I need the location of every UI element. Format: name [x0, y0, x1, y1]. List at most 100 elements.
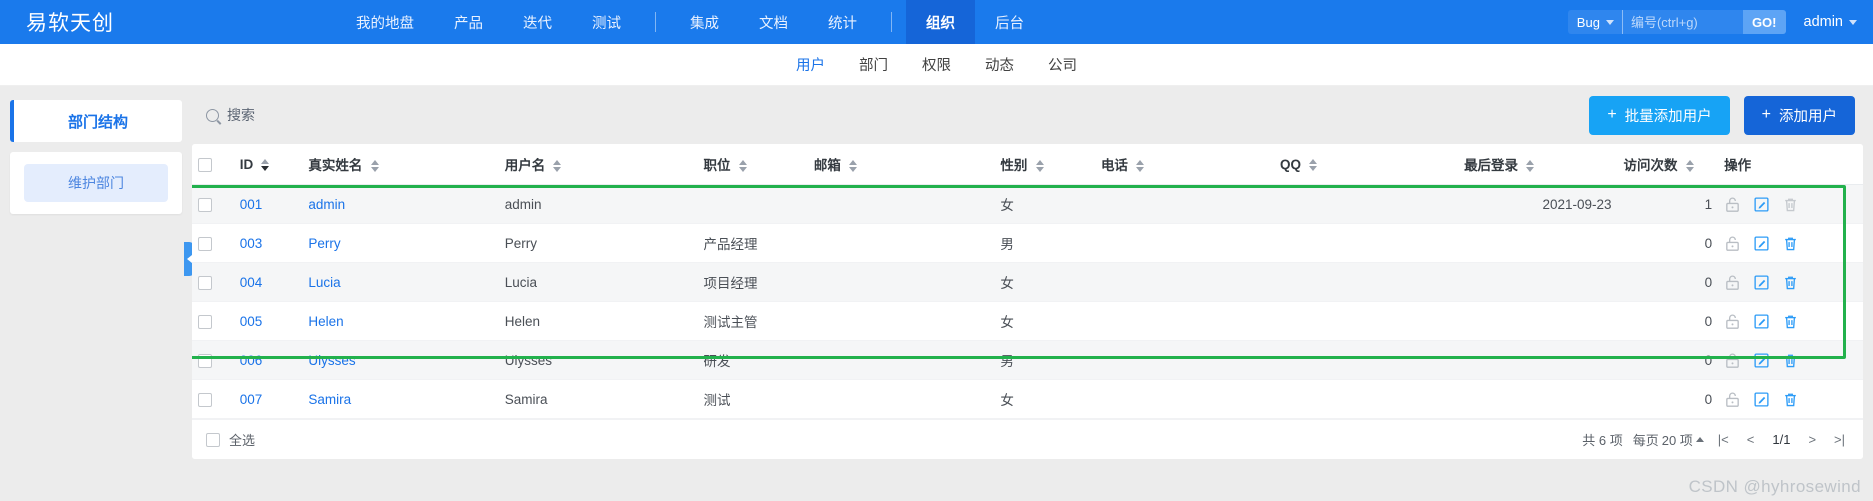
sort-icon[interactable] [1309, 158, 1318, 171]
row-realname-link[interactable]: admin [308, 197, 345, 212]
tab-departments[interactable]: 部门 [857, 52, 890, 77]
row-id-link[interactable]: 003 [240, 236, 263, 251]
nav-item-my-space[interactable]: 我的地盘 [336, 0, 434, 44]
sidebar-item-department-structure[interactable]: 部门结构 [10, 100, 182, 142]
row-id-link[interactable]: 001 [240, 197, 263, 212]
delete-icon[interactable] [1782, 391, 1799, 408]
search-go-button[interactable]: GO! [1742, 10, 1786, 34]
search-input[interactable]: 搜索 [206, 105, 255, 125]
app-brand-logo[interactable]: 易软天创 [0, 0, 136, 44]
row-checkbox[interactable] [198, 392, 212, 407]
sort-icon[interactable] [1526, 160, 1535, 173]
row-realname-link[interactable]: Helen [308, 314, 343, 329]
tab-company[interactable]: 公司 [1046, 52, 1079, 77]
page-size-selector[interactable]: 每页 20 项 [1633, 430, 1704, 449]
row-realname-link[interactable]: Perry [308, 236, 340, 251]
row-checkbox[interactable] [198, 314, 212, 329]
table-row[interactable]: 004 Lucia Lucia 项目经理 女 0 [192, 262, 1863, 302]
cell-visit-count: 0 [1617, 262, 1719, 302]
row-realname-link[interactable]: Lucia [308, 275, 340, 290]
row-checkbox[interactable] [198, 236, 212, 251]
edit-icon[interactable] [1753, 196, 1770, 213]
maintain-department-button[interactable]: 维护部门 [24, 164, 168, 202]
header-position[interactable]: 职位 [697, 144, 808, 185]
edit-icon[interactable] [1753, 235, 1770, 252]
sort-icon[interactable] [1035, 160, 1044, 173]
select-all-control[interactable]: 全选 [206, 430, 255, 449]
tab-permissions[interactable]: 权限 [920, 52, 953, 77]
header-visit-count[interactable]: 访问次数 [1617, 144, 1719, 185]
sort-icon[interactable] [370, 160, 379, 173]
row-checkbox[interactable] [198, 353, 212, 368]
delete-icon[interactable] [1782, 274, 1799, 291]
unlock-icon[interactable] [1724, 196, 1741, 213]
table-row[interactable]: 005 Helen Helen 测试主管 女 0 [192, 301, 1863, 341]
header-username-label: 用户名 [504, 158, 546, 173]
header-qq[interactable]: QQ [1274, 144, 1459, 185]
sort-icon[interactable] [1136, 160, 1145, 173]
row-operations [1724, 196, 1857, 213]
sort-icon[interactable] [738, 160, 747, 173]
cell-id: 006 [233, 340, 303, 380]
row-realname-link[interactable]: Samira [308, 392, 351, 407]
tab-users[interactable]: 用户 [794, 52, 827, 77]
header-gender[interactable]: 性别 [994, 144, 1095, 185]
nav-item-iteration[interactable]: 迭代 [503, 0, 572, 44]
nav-item-backend[interactable]: 后台 [975, 0, 1044, 44]
nav-item-statistics[interactable]: 统计 [808, 0, 877, 44]
user-account-menu[interactable]: admin [1804, 14, 1857, 30]
edit-icon[interactable] [1753, 313, 1770, 330]
add-user-button[interactable]: + 添加用户 [1743, 95, 1855, 135]
delete-icon[interactable] [1782, 196, 1799, 213]
header-username[interactable]: 用户名 [498, 144, 698, 185]
edit-icon[interactable] [1753, 274, 1770, 291]
search-type-dropdown[interactable]: Bug [1568, 10, 1623, 34]
delete-icon[interactable] [1782, 313, 1799, 330]
unlock-icon[interactable] [1724, 235, 1741, 252]
delete-icon[interactable] [1782, 235, 1799, 252]
row-checkbox[interactable] [198, 275, 212, 290]
row-id-link[interactable]: 006 [240, 353, 263, 368]
row-id-link[interactable]: 005 [240, 314, 263, 329]
unlock-icon[interactable] [1724, 391, 1741, 408]
row-id-link[interactable]: 004 [240, 275, 263, 290]
sort-icon[interactable] [261, 158, 270, 171]
header-checkbox[interactable] [198, 157, 212, 172]
unlock-icon[interactable] [1724, 352, 1741, 369]
cell-last-login: 2021-09-23 [1458, 184, 1618, 224]
edit-icon[interactable] [1753, 352, 1770, 369]
table-row[interactable]: 007 Samira Samira 测试 女 0 [192, 379, 1863, 419]
row-checkbox[interactable] [198, 197, 212, 212]
nav-item-product[interactable]: 产品 [434, 0, 503, 44]
tab-activity[interactable]: 动态 [983, 52, 1016, 77]
sort-icon[interactable] [1685, 160, 1694, 173]
row-id-link[interactable]: 007 [240, 392, 263, 407]
select-all-checkbox[interactable] [206, 432, 220, 447]
unlock-icon[interactable] [1724, 274, 1741, 291]
table-row[interactable]: 001 admin admin 女 2021-09-23 1 [192, 184, 1863, 224]
edit-icon[interactable] [1753, 391, 1770, 408]
prev-page-button[interactable]: < [1743, 432, 1759, 447]
first-page-button[interactable]: |< [1714, 432, 1733, 447]
nav-item-test[interactable]: 测试 [572, 0, 641, 44]
sort-icon[interactable] [553, 160, 562, 173]
header-last-login[interactable]: 最后登录 [1458, 144, 1618, 185]
unlock-icon[interactable] [1724, 313, 1741, 330]
header-phone[interactable]: 电话 [1094, 144, 1275, 185]
nav-item-integration[interactable]: 集成 [670, 0, 739, 44]
header-realname[interactable]: 真实姓名 [302, 144, 499, 185]
header-email[interactable]: 邮箱 [807, 144, 995, 185]
global-search-input[interactable] [1622, 10, 1743, 34]
chevron-down-icon [1605, 19, 1614, 25]
table-row[interactable]: 003 Perry Perry 产品经理 男 0 [192, 223, 1863, 263]
delete-icon[interactable] [1782, 352, 1799, 369]
sort-icon[interactable] [849, 160, 858, 173]
last-page-button[interactable]: >| [1830, 432, 1849, 447]
header-id[interactable]: ID [233, 144, 303, 185]
row-realname-link[interactable]: Ulysses [308, 353, 355, 368]
table-row[interactable]: 006 Ulysses Ulysses 研发 男 0 [192, 340, 1863, 380]
batch-add-user-button[interactable]: + 批量添加用户 [1589, 95, 1730, 135]
nav-item-organization[interactable]: 组织 [906, 0, 975, 44]
nav-item-document[interactable]: 文档 [739, 0, 808, 44]
next-page-button[interactable]: > [1804, 432, 1820, 447]
